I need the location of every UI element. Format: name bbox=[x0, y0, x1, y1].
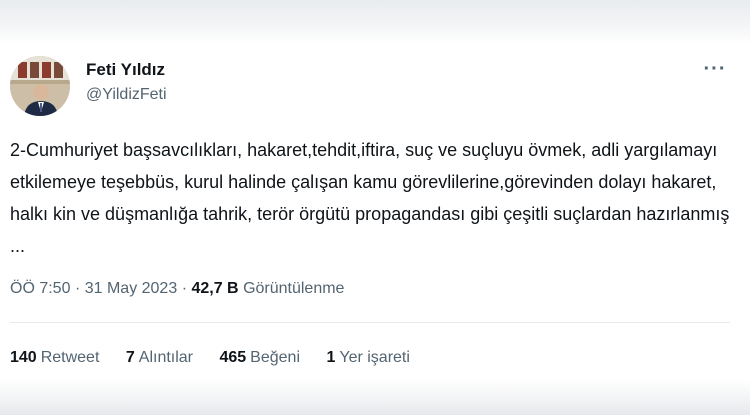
bookmarks-stat[interactable]: 1 Yer işareti bbox=[326, 349, 409, 367]
likes-stat[interactable]: 465 Beğeni bbox=[219, 349, 300, 367]
likes-label: Beğeni bbox=[250, 349, 300, 366]
blurred-background-top bbox=[0, 0, 750, 44]
author-name[interactable]: Feti Yıldız bbox=[86, 60, 165, 80]
avatar[interactable] bbox=[10, 56, 70, 116]
tweet-time[interactable]: ÖÖ 7:50 bbox=[10, 280, 70, 297]
likes-count: 465 bbox=[219, 349, 247, 366]
bookmarks-label: Yer işareti bbox=[339, 349, 410, 366]
meta-separator: · bbox=[74, 280, 81, 297]
tweet-meta: ÖÖ 7:50 · 31 May 2023 · 42,7 B Görüntüle… bbox=[10, 280, 344, 298]
meta-separator: · bbox=[181, 280, 188, 297]
quotes-count: 7 bbox=[125, 349, 135, 366]
quotes-stat[interactable]: 7 Alıntılar bbox=[126, 349, 193, 367]
author-handle[interactable]: @YildizFeti bbox=[86, 86, 167, 104]
retweets-count: 140 bbox=[10, 349, 37, 366]
bookmarks-count: 1 bbox=[326, 349, 336, 366]
retweets-label: Retweet bbox=[40, 349, 100, 366]
retweets-stat[interactable]: 140 Retweet bbox=[10, 349, 99, 367]
blurred-background-bottom bbox=[0, 380, 750, 415]
views-count[interactable]: 42,7 B bbox=[191, 280, 238, 297]
tweet-text: 2-Cumhuriyet başsavcılıkları, hakaret,te… bbox=[10, 140, 730, 256]
views-label[interactable]: Görüntülenme bbox=[243, 280, 344, 297]
quotes-label: Alıntılar bbox=[138, 349, 194, 366]
divider bbox=[10, 322, 730, 323]
profile-photo bbox=[10, 56, 70, 116]
tweet-date[interactable]: 31 May 2023 bbox=[85, 280, 178, 297]
more-icon[interactable]: ··· bbox=[700, 58, 730, 80]
tweet-card: Feti Yıldız @YildizFeti ··· 2-Cumhuriyet… bbox=[0, 44, 750, 380]
engagement-stats: 140 Retweet 7 Alıntılar 465 Beğeni 1 Yer işa… bbox=[10, 349, 432, 367]
